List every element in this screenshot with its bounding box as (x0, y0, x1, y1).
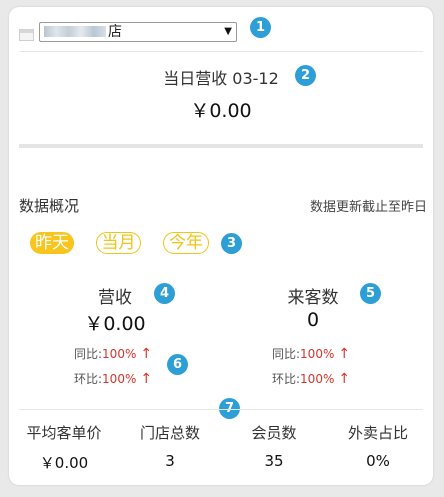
daily-date: 03-12 (232, 69, 279, 88)
revenue-mom-label: 环比: (74, 372, 103, 386)
visitors-mom-value: 100% (300, 372, 335, 386)
stat-avg-order-label: 平均客单价 (26, 424, 102, 442)
annotation-badge-3: 3 (221, 233, 242, 254)
store-select[interactable]: 店 ▼ (39, 22, 237, 42)
stat-member-count-label: 会员数 (251, 424, 297, 442)
visitors-yoy-value: 100% (300, 347, 335, 361)
stat-store-count-value: 3 (165, 452, 175, 470)
overview-title: 数据概况 (19, 197, 80, 215)
daily-title-row: 当日营收 03-12 (9, 65, 433, 89)
stat-member-count-value: 35 (264, 452, 284, 470)
revenue-yoy-value: 100% (102, 347, 137, 361)
revenue-mom-row: 环比:100% ↑ (74, 370, 152, 387)
revenue-yoy-row: 同比:100% ↑ (74, 345, 152, 362)
divider (19, 409, 423, 410)
annotation-badge-4: 4 (154, 283, 175, 304)
annotation-badge-2: 2 (295, 65, 316, 86)
store-name: 店 (108, 24, 122, 40)
visitors-value: 0 (306, 309, 320, 331)
stat-delivery-ratio-value: 0% (366, 452, 390, 470)
annotation-badge-6: 6 (167, 354, 188, 375)
visitors-mom-label: 环比: (272, 372, 301, 386)
increase-arrow-icon: ↑ (338, 346, 351, 362)
revenue-mom-value: 100% (102, 372, 137, 386)
tab-this-year[interactable]: 今年 (163, 232, 209, 254)
dropdown-caret-icon: ▼ (224, 26, 232, 37)
revenue-value: ￥0.00 (84, 313, 146, 335)
stat-delivery-ratio-label: 外卖占比 (347, 424, 408, 442)
increase-arrow-icon: ↑ (140, 371, 153, 387)
stat-avg-order-value: ￥0.00 (39, 454, 89, 472)
divider (19, 51, 423, 52)
daily-amount: ￥0.00 (190, 100, 252, 122)
visitors-mom-row: 环比:100% ↑ (272, 370, 350, 387)
visitors-label: 来客数 (287, 288, 339, 308)
tab-this-month[interactable]: 当月 (96, 232, 141, 254)
visitors-yoy-row: 同比:100% ↑ (272, 345, 350, 362)
annotation-badge-5: 5 (360, 283, 381, 304)
annotation-badge-1: 1 (250, 17, 271, 38)
increase-arrow-icon: ↑ (140, 346, 153, 362)
stat-store-count-label: 门店总数 (139, 424, 200, 442)
section-divider (19, 144, 423, 148)
dashboard-card: 店 ▼ 1 当日营收 03-12 2 ￥0.00 数据概况 数据更新截止至昨日 … (9, 7, 433, 485)
visitors-yoy-label: 同比: (272, 347, 301, 361)
store-name-redacted (44, 26, 106, 37)
tab-yesterday[interactable]: 昨天 (30, 232, 74, 254)
increase-arrow-icon: ↑ (338, 371, 351, 387)
store-icon (19, 26, 34, 41)
revenue-yoy-label: 同比: (74, 347, 103, 361)
daily-title: 当日营收 (163, 69, 228, 88)
overview-note: 数据更新截止至昨日 (309, 200, 427, 215)
